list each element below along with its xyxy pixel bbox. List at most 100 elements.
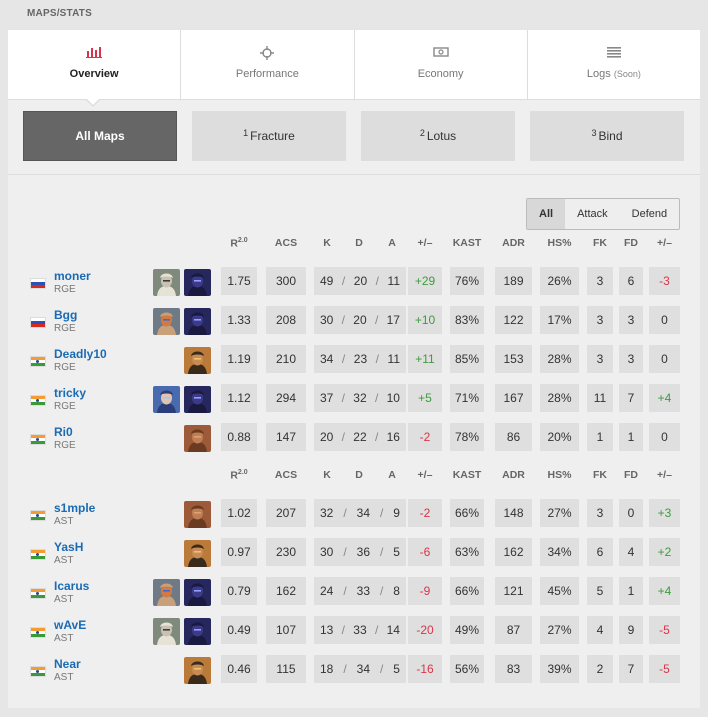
stat-fd: 6 bbox=[619, 267, 643, 295]
player-name[interactable]: moner bbox=[54, 269, 91, 283]
player-name[interactable]: Deadly10 bbox=[54, 347, 107, 361]
india-flag-icon bbox=[31, 511, 45, 520]
stat-rating: 1.12 bbox=[221, 384, 257, 412]
stat-fpm: 0 bbox=[649, 423, 680, 451]
stat-kills: 30 bbox=[320, 313, 334, 327]
stat-acs: 107 bbox=[266, 616, 306, 644]
agent-cypher-icon bbox=[153, 269, 180, 296]
player-row: Ri0 RGE 0.88 147 20 / 22 / 16 -2 78% 86 20% 1 1 0 bbox=[8, 423, 700, 453]
header-k-text: K bbox=[323, 237, 331, 249]
section-title: MAPS/STATS bbox=[27, 8, 92, 19]
stat-assists: 14 bbox=[386, 623, 400, 637]
header-kast-text: KAST bbox=[452, 237, 482, 249]
header-rating-text: R bbox=[230, 469, 238, 482]
stat-hs: 27% bbox=[540, 616, 579, 644]
kda-separator: / bbox=[343, 506, 347, 520]
match-stats-card: Overview Performance Economy Logs (Soon)… bbox=[8, 30, 700, 708]
stat-fd: 3 bbox=[619, 306, 643, 334]
player-name[interactable]: Near bbox=[54, 657, 81, 671]
player-team: AST bbox=[54, 555, 74, 566]
stat-adr: 167 bbox=[495, 384, 532, 412]
stat-acs: 300 bbox=[266, 267, 306, 295]
stat-kda: 20 / 22 / 16 bbox=[314, 423, 406, 451]
stat-adr-value: 189 bbox=[503, 274, 524, 288]
stat-hs-value: 45% bbox=[547, 584, 572, 598]
agent-phoenix-icon bbox=[184, 347, 211, 374]
stat-adr: 83 bbox=[495, 655, 532, 683]
stat-kast-value: 85% bbox=[454, 352, 480, 366]
header-plus-minus-text: +/– bbox=[417, 237, 433, 249]
stat-assists: 8 bbox=[393, 584, 400, 598]
map-button-bind[interactable]: 3 Bind bbox=[530, 111, 684, 161]
stat-pm: +10 bbox=[408, 306, 442, 334]
stat-rating: 0.88 bbox=[221, 423, 257, 451]
stat-hs: 28% bbox=[540, 345, 579, 373]
stat-kast: 66% bbox=[450, 499, 484, 527]
player-name[interactable]: YasH bbox=[54, 540, 83, 554]
stat-kills: 13 bbox=[320, 623, 334, 637]
stat-fk: 1 bbox=[587, 423, 613, 451]
side-filter-defend[interactable]: Defend bbox=[620, 199, 679, 229]
stat-kast-value: 76% bbox=[454, 274, 480, 288]
stat-adr: 153 bbox=[495, 345, 532, 373]
map-label: Fracture bbox=[250, 129, 295, 143]
stat-pm-value: -2 bbox=[419, 506, 431, 520]
stat-hs-value: 27% bbox=[547, 506, 572, 520]
agent-breach-icon bbox=[184, 425, 211, 452]
side-filter: All Attack Defend bbox=[526, 198, 681, 230]
stat-fpm: +2 bbox=[649, 538, 680, 566]
tab-overview[interactable]: Overview bbox=[8, 30, 182, 99]
kda-separator: / bbox=[375, 352, 379, 366]
stat-pm-value: -16 bbox=[416, 662, 434, 676]
stat-kast: 63% bbox=[450, 538, 484, 566]
side-filter-attack[interactable]: Attack bbox=[565, 199, 620, 229]
stat-kda: 30 / 36 / 5 bbox=[314, 538, 406, 566]
header-fk-text: FK bbox=[593, 469, 607, 481]
header-plus-minus: +/– bbox=[408, 469, 442, 481]
map-label: All Maps bbox=[75, 129, 125, 143]
side-filter-all[interactable]: All bbox=[527, 199, 566, 229]
header-fk: FK bbox=[587, 237, 613, 249]
header-d: D bbox=[352, 469, 366, 481]
player-name[interactable]: tricky bbox=[54, 386, 86, 400]
stat-hs-value: 34% bbox=[547, 545, 572, 559]
player-name[interactable]: Icarus bbox=[54, 579, 89, 593]
player-name[interactable]: Bgg bbox=[54, 308, 77, 322]
stat-adr-value: 153 bbox=[503, 352, 524, 366]
header-fk-plus-minus: +/– bbox=[649, 237, 680, 249]
header-fd: FD bbox=[619, 469, 643, 481]
tab-logs[interactable]: Logs (Soon) bbox=[528, 30, 700, 99]
stat-fd: 4 bbox=[619, 538, 643, 566]
player-row: moner RGE 1.75 300 49 / 20 / 11 +29 76% 189 26% 3 6 -3 bbox=[8, 267, 700, 297]
map-button-all[interactable]: All Maps bbox=[23, 111, 177, 161]
player-team: AST bbox=[54, 594, 74, 605]
stat-kda: 13 / 33 / 14 bbox=[314, 616, 406, 644]
stat-fk: 6 bbox=[587, 538, 613, 566]
india-flag-icon bbox=[31, 357, 45, 366]
player-name[interactable]: s1mple bbox=[54, 501, 95, 515]
agent-kayo-icon bbox=[153, 579, 180, 606]
stat-adr: 122 bbox=[495, 306, 532, 334]
crosshair-icon bbox=[181, 46, 353, 60]
stat-kills: 32 bbox=[320, 506, 334, 520]
stat-kills: 20 bbox=[320, 430, 334, 444]
stat-pm: -20 bbox=[408, 616, 442, 644]
map-button-fracture[interactable]: 1 Fracture bbox=[192, 111, 346, 161]
map-button-lotus[interactable]: 2 Lotus bbox=[361, 111, 515, 161]
player-name[interactable]: Ri0 bbox=[54, 425, 73, 439]
tab-economy[interactable]: Economy bbox=[355, 30, 528, 99]
stat-adr-value: 162 bbox=[503, 545, 524, 559]
stat-pm-value: -6 bbox=[419, 545, 431, 559]
kda-separator: / bbox=[341, 623, 345, 637]
stat-acs-value: 115 bbox=[276, 662, 296, 676]
tab-performance[interactable]: Performance bbox=[181, 30, 355, 99]
tab-label: Performance bbox=[235, 68, 299, 80]
header-hs-text: HS% bbox=[547, 469, 572, 481]
stat-assists: 5 bbox=[393, 662, 400, 676]
russia-flag-icon bbox=[31, 318, 45, 327]
stat-kda: 34 / 23 / 11 bbox=[314, 345, 406, 373]
player-name[interactable]: wAvE bbox=[54, 618, 86, 632]
stat-rating-value: 1.75 bbox=[227, 274, 251, 288]
stat-acs-value: 207 bbox=[275, 506, 297, 520]
header-k: K bbox=[320, 469, 334, 481]
